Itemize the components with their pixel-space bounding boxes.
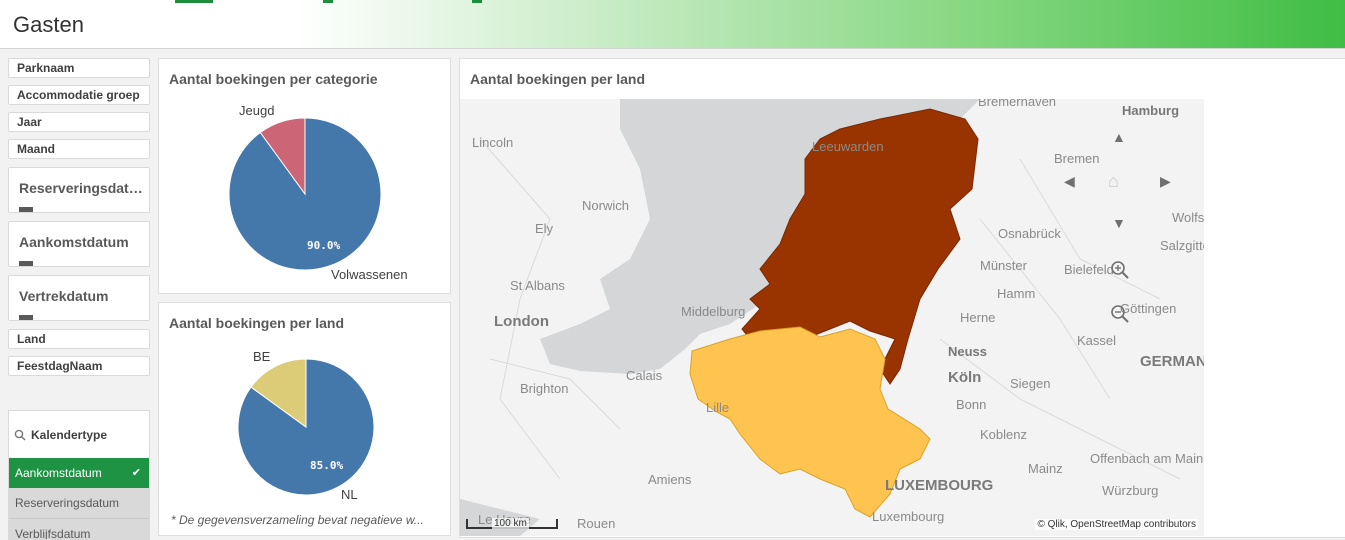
pan-up-icon[interactable]: ▲ <box>1112 129 1126 145</box>
country-pie[interactable] <box>238 359 374 495</box>
filter-maand[interactable]: Maand <box>8 139 150 159</box>
map-place-label: Rouen <box>577 516 616 531</box>
map-place-label: Norwich <box>582 198 629 213</box>
list-item-label: Verblijfsdatum <box>15 527 91 540</box>
sheet-tab[interactable] <box>472 0 482 3</box>
map-place-label: Wolfsburg <box>1172 210 1204 225</box>
map-place-label: Calais <box>626 368 663 383</box>
filter-label: Aankomstdatum <box>19 234 129 250</box>
calendar-icon <box>19 315 33 320</box>
map-place-label: Hamburg <box>1122 103 1180 118</box>
map-place-label: Herne <box>960 310 996 325</box>
map-place-label: Würzburg <box>1102 483 1159 498</box>
map-place-label: Amiens <box>648 472 692 487</box>
map-place-label: Bonn <box>956 397 987 412</box>
list-item-label: Reserveringsdatum <box>15 496 120 510</box>
map-place-label: Bielefeld <box>1064 262 1114 277</box>
app-header: Gasten <box>0 0 1345 49</box>
pie-label-volwassenen: Volwassenen <box>331 267 408 282</box>
country-chart-panel: Aantal boekingen per land BE NL 85.0% * … <box>158 302 451 536</box>
filter-label: Vertrekdatum <box>19 288 109 304</box>
map-place-label: Kassel <box>1077 333 1117 348</box>
pie-label-be: BE <box>253 349 271 364</box>
chart-title: Aantal boekingen per categorie <box>169 71 378 87</box>
category-chart-panel: Aantal boekingen per categorie Jeugd Vol… <box>158 58 451 294</box>
map-place-label: Siegen <box>1010 376 1051 391</box>
map-place-label: LUXEMBOURG <box>885 477 994 494</box>
chart-title: Aantal boekingen per land <box>169 315 345 331</box>
map-place-label: Ely <box>535 221 554 236</box>
map-place-label: Luxembourg <box>872 509 945 524</box>
map-place-label: Hamm <box>997 286 1036 301</box>
search-icon <box>14 429 26 441</box>
kalendertype-listbox: Kalendertype Aankomstdatum ✔ Reservering… <box>8 410 150 540</box>
map-place-label: Neuss <box>948 344 988 359</box>
map-place-label: Münster <box>980 258 1027 273</box>
map-place-label: Leeuwarden <box>812 139 884 154</box>
filter-label: Reserveringsdatum <box>19 180 143 196</box>
zoom-in-icon[interactable] <box>1110 260 1130 280</box>
pan-left-icon[interactable]: ◀ <box>1064 173 1075 190</box>
data-note: * De gegevensverzameling bevat negatieve… <box>171 513 424 527</box>
listbox-header[interactable]: Kalendertype <box>9 411 149 458</box>
zoom-out-icon[interactable] <box>1110 304 1130 324</box>
map-place-label: Bremen <box>1054 151 1100 166</box>
listbox-title: Kalendertype <box>31 428 108 442</box>
filter-reserveringsdatum[interactable]: Reserveringsdatum <box>8 167 150 213</box>
map-place-label: Köln <box>948 369 982 386</box>
check-icon: ✔ <box>131 467 141 479</box>
pie-data-label: 85.0% <box>310 459 344 472</box>
filter-land[interactable]: Land <box>8 329 150 349</box>
chart-title: Aantal boekingen per land <box>470 71 646 87</box>
sheet-tab[interactable] <box>323 0 333 3</box>
pie-data-label: 90.0% <box>307 239 341 252</box>
map-place-label: Middelburg <box>681 304 746 319</box>
map-place-label: Osnabrück <box>998 226 1061 241</box>
map-place-label: GERMANY <box>1140 353 1204 370</box>
pan-down-icon[interactable]: ▼ <box>1112 215 1126 231</box>
filter-vertrekdatum[interactable]: Vertrekdatum <box>8 275 150 321</box>
list-item-verblijfsdatum[interactable]: Verblijfsdatum <box>9 518 149 540</box>
calendar-icon <box>19 207 33 212</box>
filter-feestdagnaam[interactable]: FeestdagNaam <box>8 356 150 376</box>
map-place-label: Lincoln <box>472 135 514 150</box>
map-place-label: Bremerhaven <box>978 99 1057 109</box>
map-place-label: Offenbach am Main <box>1090 451 1204 466</box>
filter-jaar[interactable]: Jaar <box>8 112 150 132</box>
list-item-label: Aankomstdatum <box>15 466 102 480</box>
map-place-label: Koblenz <box>980 427 1027 442</box>
map-canvas[interactable]: Bremerhaven Hamburg Lincoln Leeuwarden B… <box>460 99 1204 536</box>
map-place-label: London <box>494 313 549 330</box>
filter-aankomstdatum[interactable]: Aankomstdatum <box>8 221 150 267</box>
category-pie[interactable] <box>229 118 381 270</box>
pie-label-jeugd: Jeugd <box>239 103 275 118</box>
map-scale-label: 100 km <box>492 518 529 529</box>
list-item-aankomstdatum[interactable]: Aankomstdatum ✔ <box>9 458 149 488</box>
calendar-icon <box>19 261 33 266</box>
pie-label-nl: NL <box>341 487 358 502</box>
page-title: Gasten <box>13 12 84 37</box>
map-place-label: St Albans <box>510 278 565 293</box>
pan-right-icon[interactable]: ▶ <box>1160 173 1171 190</box>
map-attribution[interactable]: © Qlik, OpenStreetMap contributors <box>1035 519 1198 530</box>
map-place-label: Lille <box>706 400 730 415</box>
sheet-tab[interactable] <box>175 0 213 3</box>
home-icon[interactable]: ⌂ <box>1108 171 1119 192</box>
filter-accommodatie-groep[interactable]: Accommodatie groep <box>8 85 150 105</box>
filter-parknaam[interactable]: Parknaam <box>8 58 150 78</box>
map-place-label: Brighton <box>520 381 569 396</box>
list-item-reserveringsdatum[interactable]: Reserveringsdatum <box>9 488 149 518</box>
map-place-label: Mainz <box>1028 461 1063 476</box>
map-place-label: Salzgitter <box>1160 238 1204 253</box>
